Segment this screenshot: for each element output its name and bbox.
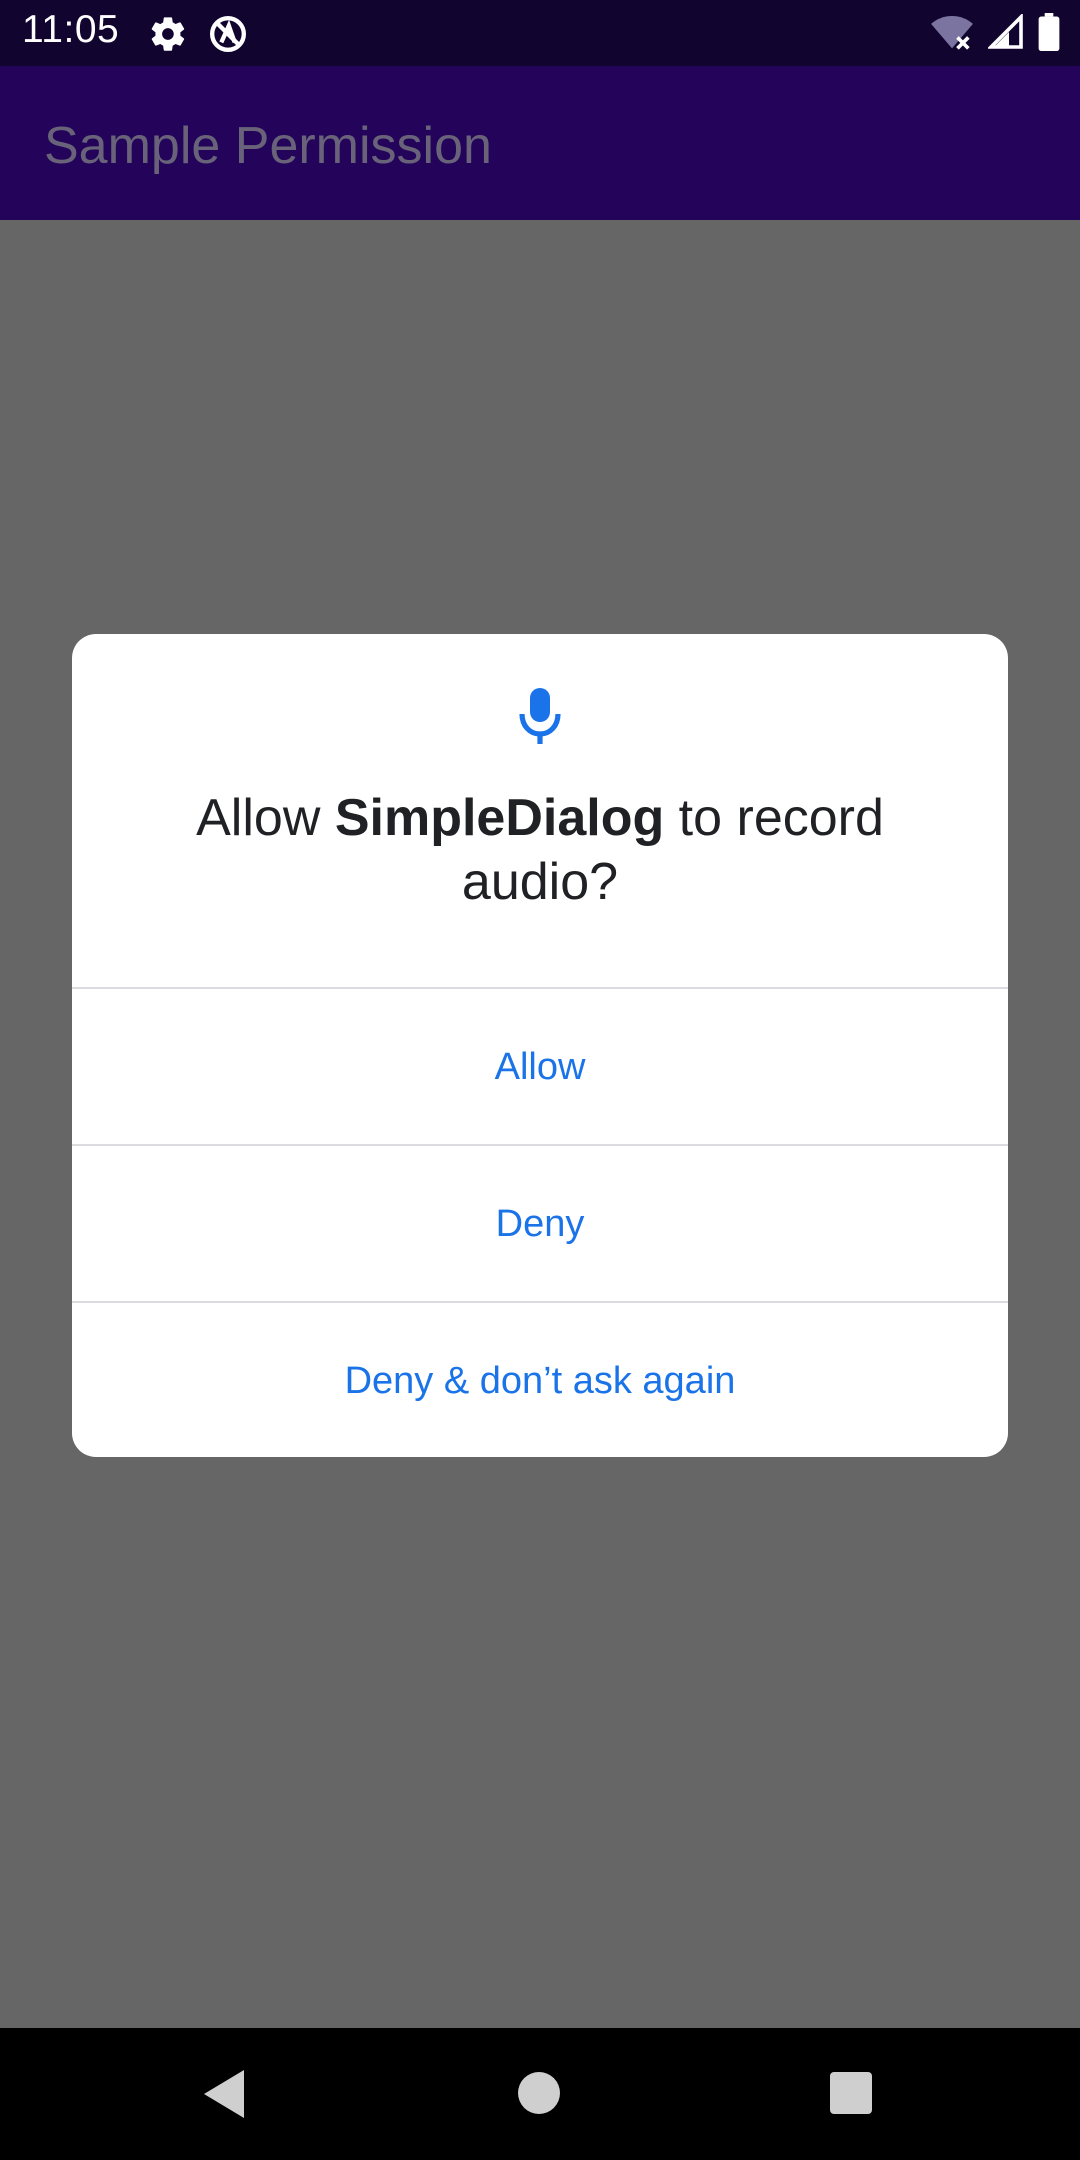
- allow-button[interactable]: Allow: [72, 987, 1008, 1145]
- status-time: 11:05: [22, 8, 120, 51]
- battery-icon: [1038, 13, 1060, 56]
- signal-icon: [986, 12, 1024, 55]
- recents-icon[interactable]: [830, 2072, 872, 2114]
- navigation-bar: [0, 2028, 1080, 2160]
- dialog-title-app-name: SimpleDialog: [334, 789, 665, 847]
- deny-button[interactable]: Deny: [72, 1144, 1008, 1302]
- dialog-title-prefix: Allow: [196, 789, 335, 847]
- microphone-icon: [516, 686, 564, 756]
- wifi-off-icon: [930, 12, 974, 57]
- back-icon[interactable]: [204, 2070, 244, 2118]
- app-title: Sample Permission: [44, 117, 492, 175]
- circle-a-icon: [208, 14, 248, 59]
- settings-icon: [148, 14, 188, 59]
- permission-dialog: Allow SimpleDialog to record audio? Allo…: [72, 634, 1008, 1457]
- status-bar: 11:05: [0, 0, 1080, 66]
- app-bar: Sample Permission: [0, 66, 1080, 220]
- dialog-title: Allow SimpleDialog to record audio?: [132, 786, 948, 914]
- deny-button-label: Deny: [495, 1202, 585, 1245]
- deny-dont-ask-again-label: Deny & don’t ask again: [344, 1359, 736, 1402]
- allow-button-label: Allow: [494, 1045, 586, 1088]
- home-icon[interactable]: [518, 2072, 560, 2114]
- deny-dont-ask-again-button[interactable]: Deny & don’t ask again: [72, 1301, 1008, 1457]
